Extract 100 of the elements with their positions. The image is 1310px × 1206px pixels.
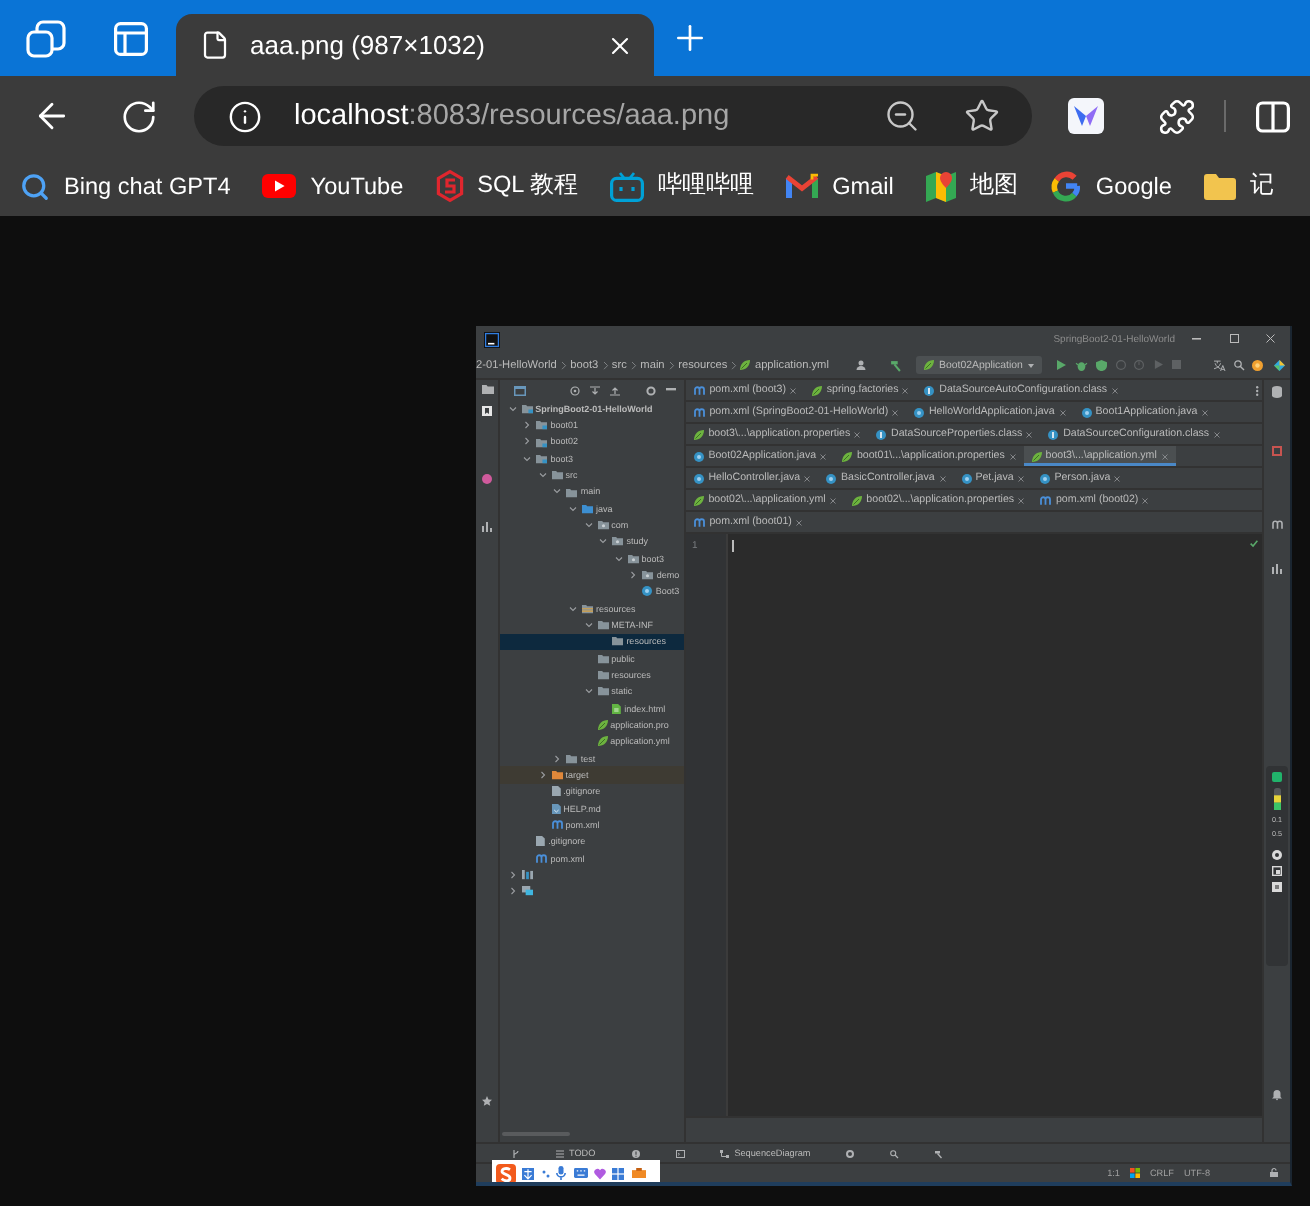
chevron-icon[interactable] — [524, 438, 531, 445]
toolbox-icon[interactable] — [631, 1168, 646, 1178]
tool-window-button[interactable] — [890, 1149, 899, 1157]
bookmark[interactable]: Gmail — [786, 172, 894, 200]
search-icon[interactable] — [1233, 360, 1244, 370]
anchor-icon[interactable] — [522, 1167, 535, 1179]
workspaces-icon[interactable] — [26, 19, 66, 57]
chevron-icon[interactable] — [585, 521, 591, 528]
star-icon[interactable] — [964, 98, 1000, 134]
leaf-icon — [1031, 451, 1042, 461]
leaf-icon — [812, 385, 823, 395]
refresh-icon[interactable] — [120, 97, 158, 135]
chevron-icon[interactable] — [539, 771, 546, 778]
chevron-icon[interactable] — [585, 621, 591, 628]
class-icon — [1040, 473, 1051, 483]
m-icon — [694, 517, 705, 527]
tab-actions-icon[interactable] — [114, 21, 148, 55]
chevron-icon[interactable] — [509, 888, 515, 895]
chevron-icon[interactable] — [554, 755, 561, 762]
split-screen-icon[interactable] — [1256, 99, 1290, 133]
zoom-out-icon[interactable] — [884, 98, 920, 134]
keyboard-icon[interactable] — [573, 1168, 588, 1178]
bookmark[interactable]: SQL 教程 — [435, 170, 579, 202]
class-icon — [694, 451, 704, 461]
m-icon — [536, 853, 548, 863]
bell-icon — [1272, 1090, 1282, 1101]
settings-icon[interactable] — [646, 385, 656, 395]
tool-window-button[interactable] — [934, 1149, 943, 1157]
folder-icon — [536, 437, 548, 447]
shield-icon[interactable] — [1095, 359, 1107, 371]
m-icon — [551, 820, 563, 830]
extension-icon[interactable] — [1068, 98, 1104, 134]
class-file-icon — [1048, 429, 1059, 439]
hammer-icon — [934, 1149, 943, 1157]
m-icon — [694, 407, 705, 417]
collapse-icon[interactable] — [590, 385, 600, 395]
tool-window-button[interactable] — [512, 1149, 520, 1157]
chevron-icon[interactable] — [615, 555, 622, 562]
class-icon — [826, 473, 837, 483]
chevron-icon[interactable] — [585, 688, 591, 695]
browser-tab[interactable]: aaa.png (987×1032) — [176, 14, 654, 76]
bug-icon[interactable] — [1075, 359, 1087, 371]
heart-icon[interactable] — [593, 1167, 606, 1179]
bookmark[interactable]: Bing chat GPT4 — [20, 171, 231, 201]
target-icon[interactable] — [570, 385, 580, 395]
tool-window-button[interactable] — [675, 1149, 685, 1157]
address-bar[interactable]: localhost:8083/resources/aaa.png — [194, 86, 1032, 146]
mail-icon — [786, 174, 819, 198]
microphone-icon[interactable] — [556, 1166, 567, 1180]
bookmark[interactable]: YouTube — [262, 172, 404, 200]
grid-icon[interactable] — [612, 1167, 625, 1179]
package-icon — [642, 570, 654, 580]
tv-icon — [610, 171, 645, 201]
tool-window-button[interactable] — [846, 1149, 855, 1157]
chevron-icon[interactable] — [524, 455, 531, 462]
tool-window-button[interactable] — [631, 1149, 640, 1157]
person-icon[interactable] — [856, 360, 867, 370]
bookmark[interactable]: 地图 — [925, 170, 1018, 202]
chevron-icon[interactable] — [524, 421, 531, 428]
class-icon — [914, 407, 925, 417]
m-icon — [1271, 520, 1283, 529]
dots-icon[interactable] — [541, 1169, 550, 1177]
leaf-icon — [923, 360, 934, 370]
play-icon[interactable] — [1055, 360, 1066, 370]
chevron-icon[interactable] — [509, 405, 515, 412]
branch-icon — [512, 1149, 520, 1157]
square-icon — [1272, 882, 1282, 892]
folder-icon — [521, 403, 532, 413]
minimize-icon[interactable] — [666, 388, 676, 392]
m-icon — [694, 385, 705, 395]
expand-icon[interactable] — [610, 385, 620, 395]
class-icon — [961, 473, 971, 483]
extensions-icon[interactable] — [1158, 97, 1196, 135]
play-icon — [262, 174, 297, 198]
bookmark[interactable]: Google — [1049, 170, 1172, 202]
folder-icon — [481, 384, 493, 394]
folder-icon — [536, 453, 548, 463]
class-file-icon — [924, 385, 935, 395]
chevron-icon[interactable] — [539, 471, 546, 478]
chevron-icon[interactable] — [569, 505, 576, 512]
minimize-icon[interactable] — [1191, 338, 1200, 340]
translate-icon[interactable] — [1213, 359, 1225, 371]
chevron-icon[interactable] — [554, 488, 561, 495]
caret-icon — [1028, 363, 1035, 367]
circle-icon[interactable] — [1252, 359, 1264, 371]
bookmark[interactable]: 哔哩哔哩 — [610, 170, 755, 202]
maximize-icon[interactable] — [1230, 334, 1239, 344]
chevron-icon[interactable] — [509, 871, 515, 878]
chevron-icon[interactable] — [600, 538, 607, 545]
gem-icon[interactable] — [1273, 359, 1284, 371]
google-icon — [1049, 170, 1082, 202]
chevron-icon[interactable] — [569, 605, 576, 612]
info-icon[interactable] — [228, 99, 262, 133]
class-file-icon — [876, 429, 887, 439]
square-icon — [1272, 446, 1282, 456]
close-icon[interactable] — [1265, 334, 1274, 344]
bookmark[interactable]: 记 — [1203, 170, 1274, 202]
hammer-icon[interactable] — [890, 359, 902, 371]
chevron-icon — [669, 361, 674, 369]
chevron-icon[interactable] — [630, 571, 637, 578]
